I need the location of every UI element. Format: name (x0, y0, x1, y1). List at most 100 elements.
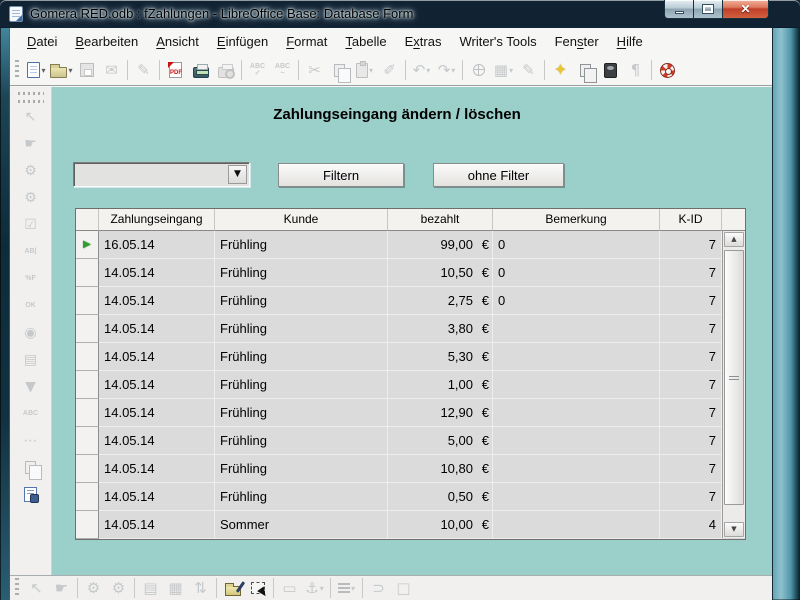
cell-zahlungseingang[interactable]: 14.05.14 (99, 343, 215, 371)
open-in-design-mode-button[interactable] (220, 576, 245, 600)
cell-bezahlt[interactable]: 10,80€ (388, 455, 493, 483)
cell-kid[interactable]: 7 (660, 343, 722, 371)
help-button[interactable] (655, 58, 680, 82)
cell-bezahlt[interactable]: 10,50€ (388, 259, 493, 287)
table-row[interactable]: 14.05.14Frühling5,30€ 7 (76, 343, 745, 371)
cell-kid[interactable]: 7 (660, 371, 722, 399)
menu-format[interactable]: Format (277, 30, 336, 53)
cell-zahlungseingang[interactable]: 14.05.14 (99, 455, 215, 483)
column-header-blank[interactable] (76, 209, 99, 231)
data-sources-button[interactable] (598, 58, 623, 82)
cell-kunde[interactable]: Frühling (215, 483, 388, 511)
cell-bemerkung[interactable] (493, 455, 660, 483)
minimize-button[interactable] (664, 0, 694, 19)
gallery-button[interactable] (573, 58, 598, 82)
form-design-button[interactable] (17, 481, 45, 508)
menu-bearbeiten[interactable]: Bearbeiten (66, 30, 147, 53)
table-row[interactable]: ▶16.05.14Frühling99,00€07 (76, 231, 745, 259)
menu-hilfe[interactable]: Hilfe (608, 30, 652, 53)
cell-zahlungseingang[interactable]: 14.05.14 (99, 371, 215, 399)
cell-zahlungseingang[interactable]: 14.05.14 (99, 427, 215, 455)
cell-bemerkung[interactable] (493, 483, 660, 511)
maximize-button[interactable] (694, 0, 723, 19)
menu-datei[interactable]: Datei (18, 30, 66, 53)
table-row[interactable]: 14.05.14Frühling0,50€ 7 (76, 483, 745, 511)
print-button[interactable] (188, 58, 213, 82)
table-row[interactable]: 14.05.14Sommer10,00€4 (76, 511, 745, 539)
automatic-control-focus-button[interactable] (245, 576, 270, 600)
table-row[interactable]: 14.05.14Frühling1,00€ 7 (76, 371, 745, 399)
row-selector[interactable] (76, 483, 99, 511)
row-selector[interactable] (76, 315, 99, 343)
row-selector[interactable] (76, 511, 99, 539)
table-row[interactable]: 14.05.14Frühling3,80€ 7 (76, 315, 745, 343)
cell-kid[interactable]: 7 (660, 399, 722, 427)
cell-kid[interactable]: 7 (660, 427, 722, 455)
menu-fenster[interactable]: Fenster (546, 30, 608, 53)
cell-bemerkung[interactable]: 0 (493, 231, 660, 259)
cell-kunde[interactable]: Frühling (215, 259, 388, 287)
open-button[interactable]: ▾ (49, 58, 74, 82)
cell-kid[interactable]: 7 (660, 287, 722, 315)
column-header-zahlungseingang[interactable]: Zahlungseingang (99, 209, 215, 231)
cell-kid[interactable]: 7 (660, 315, 722, 343)
export-pdf-button[interactable] (163, 58, 188, 82)
cell-kunde[interactable]: Frühling (215, 371, 388, 399)
cell-zahlungseingang[interactable]: 14.05.14 (99, 315, 215, 343)
table-row[interactable]: 14.05.14Frühling10,80€ 7 (76, 455, 745, 483)
row-selector[interactable] (76, 427, 99, 455)
table-row[interactable]: 14.05.14Frühling2,75€07 (76, 287, 745, 315)
row-selector[interactable] (76, 287, 99, 315)
cell-kunde[interactable]: Frühling (215, 231, 388, 259)
cell-bezahlt[interactable]: 3,80€ (388, 315, 493, 343)
cell-kunde[interactable]: Frühling (215, 315, 388, 343)
column-header-kunde[interactable]: Kunde (215, 209, 388, 231)
cell-kunde[interactable]: Frühling (215, 343, 388, 371)
column-header-bezahlt[interactable]: bezahlt (388, 209, 493, 231)
cell-bemerkung[interactable]: 0 (493, 259, 660, 287)
cell-kunde[interactable]: Frühling (215, 287, 388, 315)
column-header-blank[interactable] (722, 209, 745, 231)
cell-kid[interactable]: 7 (660, 483, 722, 511)
cell-bezahlt[interactable]: 0,50€ (388, 483, 493, 511)
cell-bezahlt[interactable]: 1,00€ (388, 371, 493, 399)
new-document-button[interactable]: ▾ (24, 58, 49, 82)
table-row[interactable]: 14.05.14Frühling12,90€7 (76, 399, 745, 427)
cell-zahlungseingang[interactable]: 14.05.14 (99, 259, 215, 287)
cell-zahlungseingang[interactable]: 14.05.14 (99, 483, 215, 511)
cell-kid[interactable]: 4 (660, 511, 722, 539)
cell-bemerkung[interactable]: 0 (493, 287, 660, 315)
row-selector[interactable] (76, 343, 99, 371)
toolbar-grip[interactable] (15, 578, 19, 598)
cell-bezahlt[interactable]: 5,00€ (388, 427, 493, 455)
scroll-up-button[interactable]: ▲ (724, 232, 744, 247)
filter-combo-box[interactable]: ▼ (73, 162, 250, 187)
menu-einfügen[interactable]: Einfügen (208, 30, 277, 53)
cell-kunde[interactable]: Frühling (215, 399, 388, 427)
cell-bemerkung[interactable] (493, 371, 660, 399)
cell-bezahlt[interactable]: 99,00€ (388, 231, 493, 259)
filtern-button[interactable]: Filtern (278, 163, 404, 187)
row-selector[interactable] (76, 371, 99, 399)
cell-zahlungseingang[interactable]: 14.05.14 (99, 399, 215, 427)
cell-bemerkung[interactable] (493, 399, 660, 427)
table-vertical-scrollbar[interactable]: ▲ ▼ (722, 231, 745, 538)
navigator-button[interactable]: ✦ (548, 58, 573, 82)
row-selector[interactable]: ▶ (76, 231, 99, 259)
ohne-filter-button[interactable]: ohne Filter (433, 163, 564, 187)
cell-kid[interactable]: 7 (660, 259, 722, 287)
cell-kid[interactable]: 7 (660, 231, 722, 259)
cell-kunde[interactable]: Frühling (215, 455, 388, 483)
cell-bezahlt[interactable]: 5,30€ (388, 343, 493, 371)
table-row[interactable]: 14.05.14Frühling10,50€07 (76, 259, 745, 287)
cell-bezahlt[interactable]: 2,75€ (388, 287, 493, 315)
cell-kid[interactable]: 7 (660, 455, 722, 483)
cell-bemerkung[interactable] (493, 427, 660, 455)
cell-bezahlt[interactable]: 10,00€ (388, 511, 493, 539)
cell-kunde[interactable]: Frühling (215, 427, 388, 455)
menu-writer-s-tools[interactable]: Writer's Tools (450, 30, 545, 53)
toolbar-grip[interactable] (18, 92, 44, 95)
combo-dropdown-button[interactable]: ▼ (228, 165, 247, 184)
cell-bemerkung[interactable] (493, 343, 660, 371)
cell-bemerkung[interactable] (493, 511, 660, 539)
